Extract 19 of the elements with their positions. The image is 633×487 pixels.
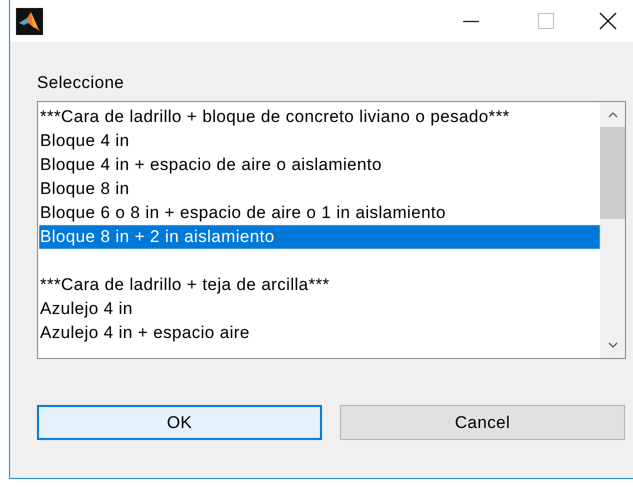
- dialog-button[interactable]: Cancel: [340, 405, 625, 440]
- list-option[interactable]: ***Cara de ladrillo + bloque de concreto liviano o pesado***: [39, 105, 600, 129]
- scrollbar[interactable]: [600, 102, 625, 358]
- prompt-label: Seleccione: [37, 74, 126, 92]
- scroll-thumb[interactable]: [600, 127, 625, 219]
- scroll-down-icon[interactable]: [608, 342, 618, 348]
- list-option[interactable]: ***Cara de ladrillo + teja de arcilla***: [39, 273, 600, 297]
- list-option[interactable]: Azulejo 4 in + espacio aire: [39, 321, 600, 345]
- scroll-up-icon[interactable]: [608, 112, 618, 118]
- dialog-button[interactable]: OK: [37, 405, 322, 440]
- close-icon[interactable]: [599, 12, 617, 30]
- list-option[interactable]: Bloque 8 in: [39, 177, 600, 201]
- list-option[interactable]: Bloque 4 in + espacio de aire o aislamiento: [39, 153, 600, 177]
- options-listbox[interactable]: [37, 101, 626, 359]
- list-option[interactable]: Bloque 6 o 8 in + espacio de aire o 1 in aislamiento: [39, 201, 600, 225]
- list-option[interactable]: Bloque 8 in + 2 in aislamiento: [39, 225, 600, 249]
- app-logo-icon: [16, 8, 43, 34]
- list-option[interactable]: Azulejo 4 in: [39, 297, 600, 321]
- list-option[interactable]: Bloque 4 in: [39, 129, 600, 153]
